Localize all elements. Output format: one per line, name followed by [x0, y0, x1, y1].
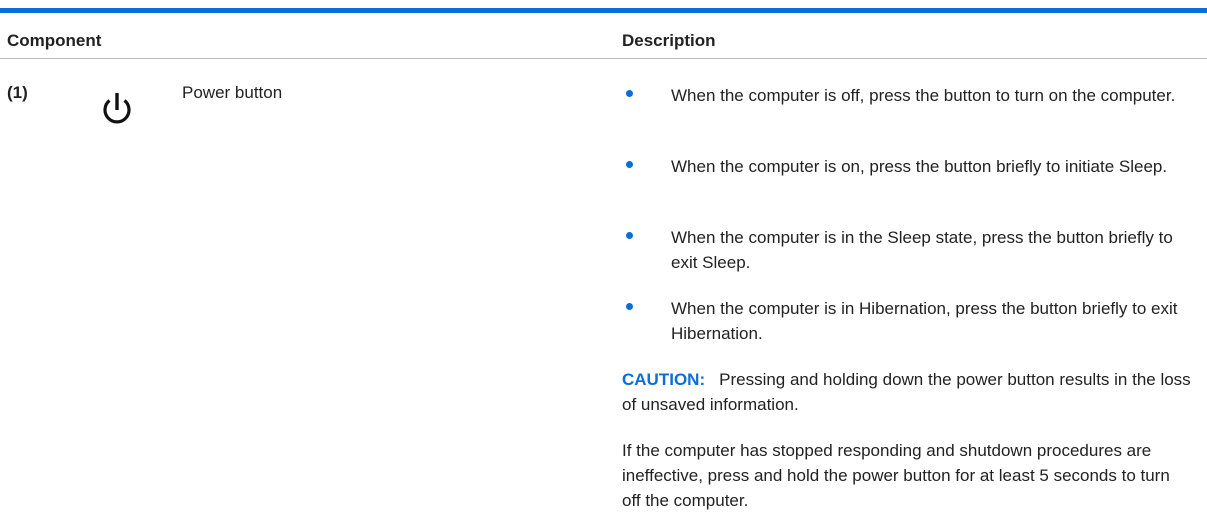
bullet-text: When the computer is off, press the butt…	[671, 86, 1176, 105]
caution-note: CAUTION: Pressing and holding down the po…	[622, 367, 1192, 417]
power-icon	[103, 93, 131, 124]
component-name: Power button	[182, 83, 283, 102]
item-number: (1)	[7, 83, 28, 102]
bullet-dot-icon	[626, 232, 633, 239]
caution-label: CAUTION:	[622, 370, 706, 389]
bullet-text: When the computer is in Hibernation, pre…	[671, 299, 1178, 343]
bullet-dot-icon	[626, 90, 633, 97]
bullet-text: When the computer is on, press the butto…	[671, 157, 1168, 176]
table-header-row: Component Description	[0, 13, 1207, 59]
caution-text: Pressing and holding down the power butt…	[622, 370, 1191, 414]
bullet-dot-icon	[626, 303, 633, 310]
description-paragraph: If the computer has stopped responding a…	[622, 441, 1170, 510]
bullet-text: When the computer is in the Sleep state,…	[671, 228, 1173, 272]
bullet-dot-icon	[626, 161, 633, 168]
header-component: Component	[7, 31, 102, 50]
header-description: Description	[622, 31, 716, 50]
